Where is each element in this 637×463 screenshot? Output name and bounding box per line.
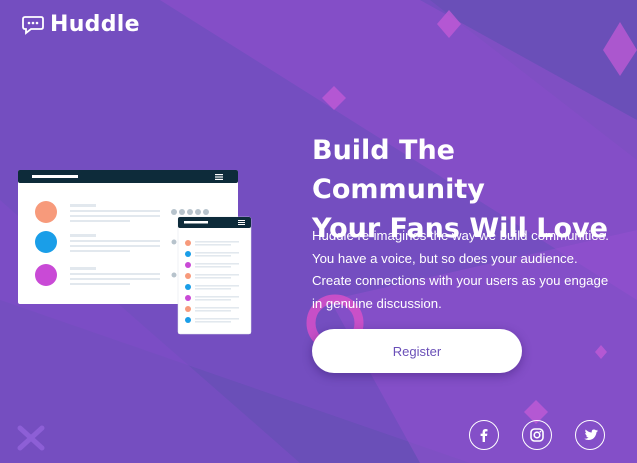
facebook-icon [480,429,488,442]
app-mockup-illustration [18,170,252,335]
twitter-link[interactable] [575,420,605,450]
chat-bubble-icon [22,15,44,35]
facebook-link[interactable] [469,420,499,450]
brand-logo[interactable]: Huddle [22,12,140,37]
twitter-icon [583,428,598,440]
instagram-link[interactable] [522,420,552,450]
register-button[interactable]: Register [312,329,522,373]
headline-line-1: Build The Community [312,135,485,205]
brand-name: Huddle [50,12,140,37]
hero-description: Huddle re-imagines the way we build comm… [312,228,609,311]
instagram-icon [530,428,544,442]
